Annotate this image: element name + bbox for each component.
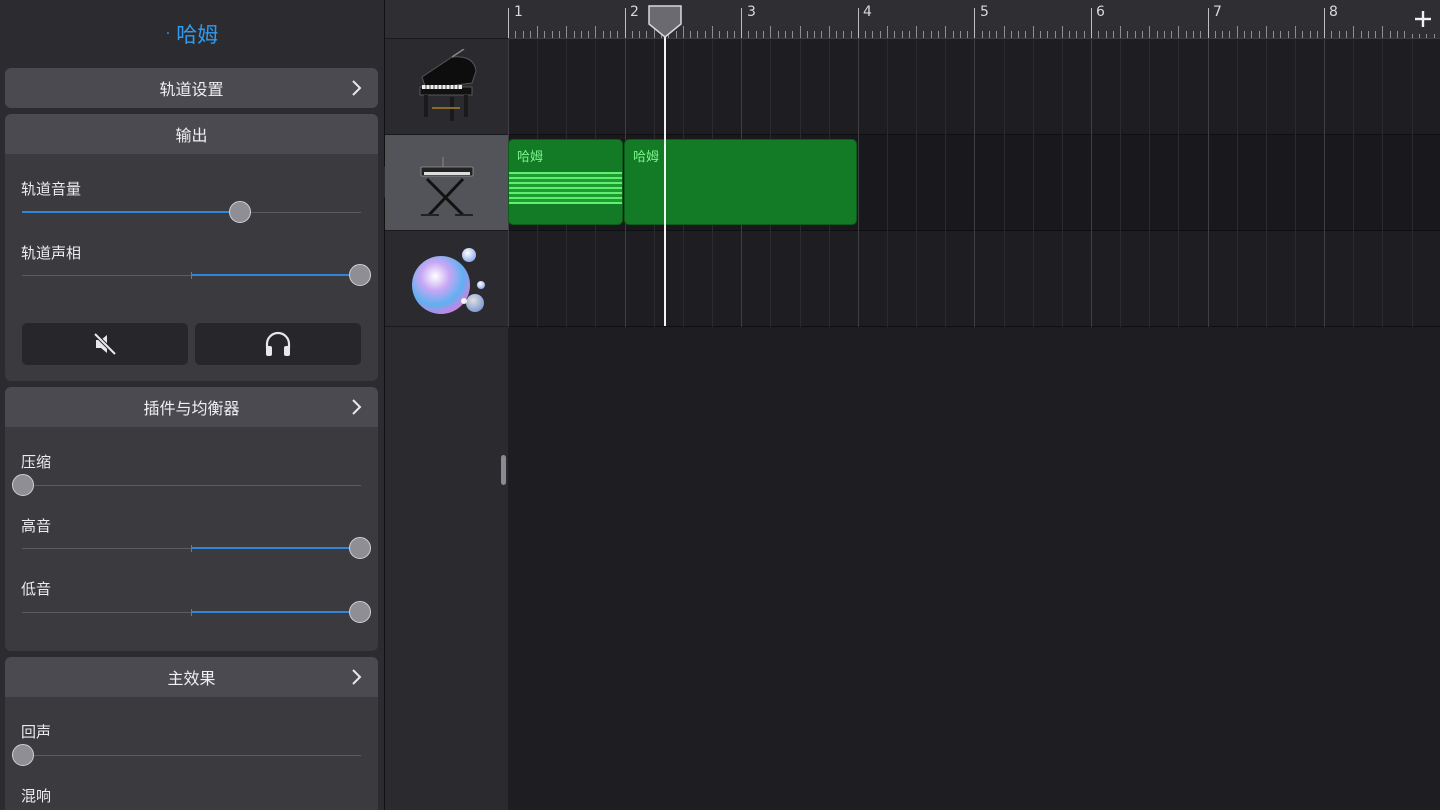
- track-settings-button[interactable]: 轨道设置: [5, 68, 378, 108]
- bubbles-icon: [411, 247, 485, 314]
- track-name: 哈姆: [176, 23, 219, 47]
- echo-label: 回声: [21, 723, 52, 741]
- resize-handle[interactable]: [501, 455, 506, 485]
- bass-label: 低音: [21, 580, 52, 598]
- plugins-eq-label: 插件与均衡器: [143, 399, 240, 418]
- plugins-eq-button[interactable]: 插件与均衡器: [5, 387, 378, 427]
- bar-number: 6: [1096, 4, 1105, 20]
- track-header-column: [385, 0, 508, 810]
- plus-icon: [1415, 11, 1431, 27]
- chevron-right-icon: [352, 669, 362, 685]
- keyboard-stand-icon: [420, 156, 473, 216]
- bass-slider[interactable]: [22, 601, 371, 623]
- track-inspector: · 哈姆 轨道设置 输出 轨道音量 轨道声相 插件与均衡器 压缩 高音 低音 主…: [0, 0, 385, 810]
- compression-slider[interactable]: [12, 474, 361, 496]
- compression-label: 压缩: [21, 453, 52, 471]
- bar-number: 3: [747, 4, 756, 20]
- track-header-piano[interactable]: [385, 39, 508, 135]
- timeline[interactable]: 哈姆 哈姆 1 2 3 4 5 6 7 8: [508, 0, 1440, 810]
- region-label: 哈姆: [633, 150, 660, 165]
- midi-region[interactable]: 哈姆: [624, 139, 857, 225]
- midi-notes: [509, 172, 622, 204]
- treble-label: 高音: [21, 517, 52, 535]
- treble-knob[interactable]: [349, 537, 371, 559]
- title-dot: ·: [165, 26, 171, 42]
- compression-knob[interactable]: [12, 474, 34, 496]
- master-effects-label: 主效果: [167, 669, 216, 688]
- playhead-handle[interactable]: [647, 4, 683, 38]
- track-header-bubbles[interactable]: [385, 231, 508, 327]
- speaker-muted-icon: [93, 332, 117, 356]
- track-volume-label: 轨道音量: [21, 180, 82, 198]
- echo-slider[interactable]: [12, 744, 361, 766]
- master-effects-button[interactable]: 主效果: [5, 657, 378, 697]
- region-label: 哈姆: [517, 150, 544, 165]
- track-volume-slider[interactable]: [22, 201, 361, 223]
- echo-knob[interactable]: [12, 744, 34, 766]
- bass-knob[interactable]: [349, 601, 371, 623]
- master-effects-section: [5, 697, 378, 810]
- track-pan-knob[interactable]: [349, 264, 371, 286]
- bar-number: 4: [863, 4, 872, 20]
- mute-button[interactable]: [22, 323, 188, 365]
- playhead-line[interactable]: [664, 32, 666, 326]
- chevron-right-icon: [352, 399, 362, 415]
- bar-number: 2: [630, 4, 639, 20]
- reverb-label: 混响: [21, 787, 52, 805]
- bar-number: 8: [1329, 4, 1338, 20]
- bar-number: 5: [980, 4, 989, 20]
- chevron-right-icon: [352, 80, 362, 96]
- bar-number: 7: [1213, 4, 1222, 20]
- track-settings-label: 轨道设置: [159, 80, 224, 99]
- solo-headphones-button[interactable]: [195, 323, 361, 365]
- track-header-keyboard[interactable]: [385, 135, 508, 231]
- inspector-title: · 哈姆: [0, 0, 384, 68]
- bar-number: 1: [514, 4, 523, 20]
- track-pan-slider[interactable]: [22, 264, 371, 286]
- grand-piano-icon: [419, 48, 477, 121]
- treble-slider[interactable]: [22, 537, 371, 559]
- plugins-section: [5, 427, 378, 651]
- track-pan-label: 轨道声相: [21, 244, 82, 262]
- output-header-label: 输出: [175, 126, 208, 145]
- output-section-header: 输出: [5, 114, 378, 154]
- midi-region[interactable]: 哈姆: [508, 139, 623, 225]
- add-track-button[interactable]: [1408, 4, 1438, 34]
- track-volume-knob[interactable]: [229, 201, 251, 223]
- headphones-icon: [265, 331, 291, 356]
